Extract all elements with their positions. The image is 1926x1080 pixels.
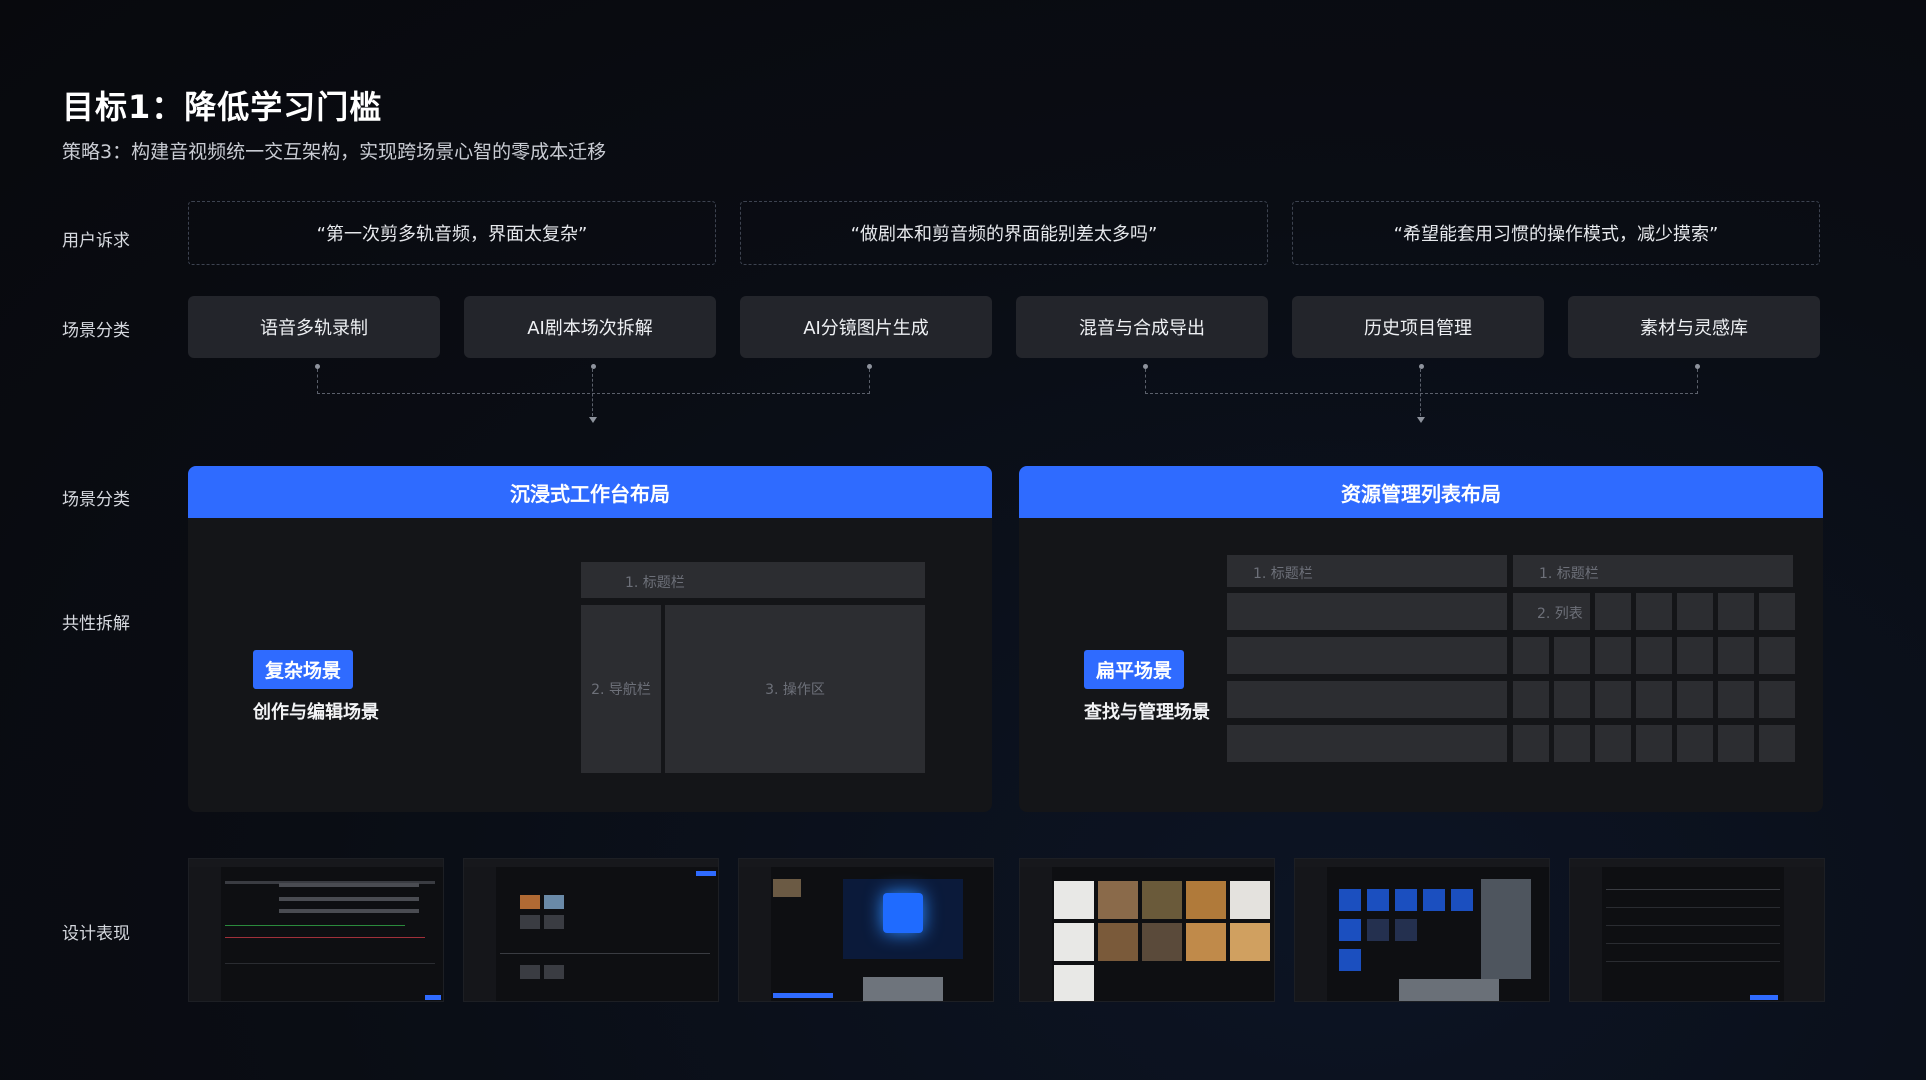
complex-scene-tag: 复杂场景 (253, 650, 354, 689)
wireframe-list-cell (1718, 593, 1754, 630)
scene-card-history-projects[interactable]: 历史项目管理 (1292, 296, 1544, 358)
user-quote-3: “希望能套用习惯的操作模式，减少摸索” (1292, 201, 1820, 265)
wireframe-list-cell (1513, 725, 1549, 762)
wireframe-list-cell (1677, 637, 1713, 674)
row-label-user-needs: 用户诉求 (62, 231, 130, 251)
wireframe-work-area: 3. 操作区 (665, 605, 925, 773)
wireframe-list-cell (1718, 681, 1754, 718)
wireframe-list-cell (1759, 681, 1795, 718)
wireframe-list-cell (1759, 637, 1795, 674)
wireframe-list-cell (1718, 637, 1754, 674)
immersive-layout-panel: 沉浸式工作台布局 复杂场景 创作与编辑场景 1. 标题栏 2. 导航栏 3. 操… (188, 466, 992, 812)
row-label-scene-category-2: 场景分类 (62, 490, 130, 510)
wireframe-list-label: 2. 列表 (1537, 606, 1583, 622)
design-thumb-recording[interactable] (188, 858, 444, 1002)
design-thumb-mix-export[interactable] (1019, 858, 1275, 1002)
page-title: 目标1：降低学习门槛 (62, 88, 383, 126)
immersive-layout-title: 沉浸式工作台布局 (188, 466, 992, 518)
wireframe-title-bar-b: 1. 标题栏 (1513, 555, 1793, 587)
scene-card-voice-recording[interactable]: 语音多轨录制 (188, 296, 440, 358)
user-quote-2: “做剧本和剪音频的界面能别差太多吗” (740, 201, 1268, 265)
page-subtitle: 策略3：构建音视频统一交互架构，实现跨场景心智的零成本迁移 (62, 141, 607, 163)
design-thumb-asset-library[interactable] (1569, 858, 1825, 1002)
wireframe-list-cell (1554, 681, 1590, 718)
design-thumb-history[interactable] (1294, 858, 1550, 1002)
resource-layout-title: 资源管理列表布局 (1019, 466, 1823, 518)
flat-scene-desc: 查找与管理场景 (1084, 702, 1210, 723)
user-quote-1: “第一次剪多轨音频，界面太复杂” (188, 201, 716, 265)
wireframe-list-cell (1554, 725, 1590, 762)
wireframe-list-cell (1513, 637, 1549, 674)
row-label-commonality: 共性拆解 (62, 614, 130, 634)
wireframe-title-bar-a: 1. 标题栏 (1227, 555, 1507, 587)
wireframe-list-cell (1595, 681, 1631, 718)
design-thumb-script[interactable] (463, 858, 719, 1002)
wireframe-list-cell (1595, 725, 1631, 762)
complex-scene-desc: 创作与编辑场景 (253, 702, 379, 723)
scene-card-storyboard-gen[interactable]: AI分镜图片生成 (740, 296, 992, 358)
wireframe-list-cell (1636, 593, 1672, 630)
wireframe-list-cell (1759, 593, 1795, 630)
wireframe-list-cell (1513, 681, 1549, 718)
wireframe-list-cell (1677, 725, 1713, 762)
wireframe-title-bar: 1. 标题栏 (581, 562, 925, 598)
wireframe-list-cell (1677, 681, 1713, 718)
wireframe-list-cell (1636, 725, 1672, 762)
wireframe-list-cell (1636, 637, 1672, 674)
wireframe-list-cell (1554, 637, 1590, 674)
wireframe-nav-bar: 2. 导航栏 (581, 605, 661, 773)
resource-layout-panel: 资源管理列表布局 扁平场景 查找与管理场景 1. 标题栏 1. 标题栏 2. 列… (1019, 466, 1823, 812)
design-thumb-storyboard[interactable] (738, 858, 994, 1002)
wireframe-list-cell (1677, 593, 1713, 630)
wireframe-list-cell (1636, 681, 1672, 718)
wireframe-list-cell (1718, 725, 1754, 762)
scene-card-mix-export[interactable]: 混音与合成导出 (1016, 296, 1268, 358)
wireframe-list-cell (1595, 637, 1631, 674)
wireframe-list-cell (1759, 725, 1795, 762)
row-label-design: 设计表现 (62, 924, 130, 944)
scene-card-asset-library[interactable]: 素材与灵感库 (1568, 296, 1820, 358)
flat-scene-tag: 扁平场景 (1084, 650, 1185, 689)
row-label-scene-category: 场景分类 (62, 321, 130, 341)
scene-card-script-split[interactable]: AI剧本场次拆解 (464, 296, 716, 358)
wireframe-list-cell (1595, 593, 1631, 630)
